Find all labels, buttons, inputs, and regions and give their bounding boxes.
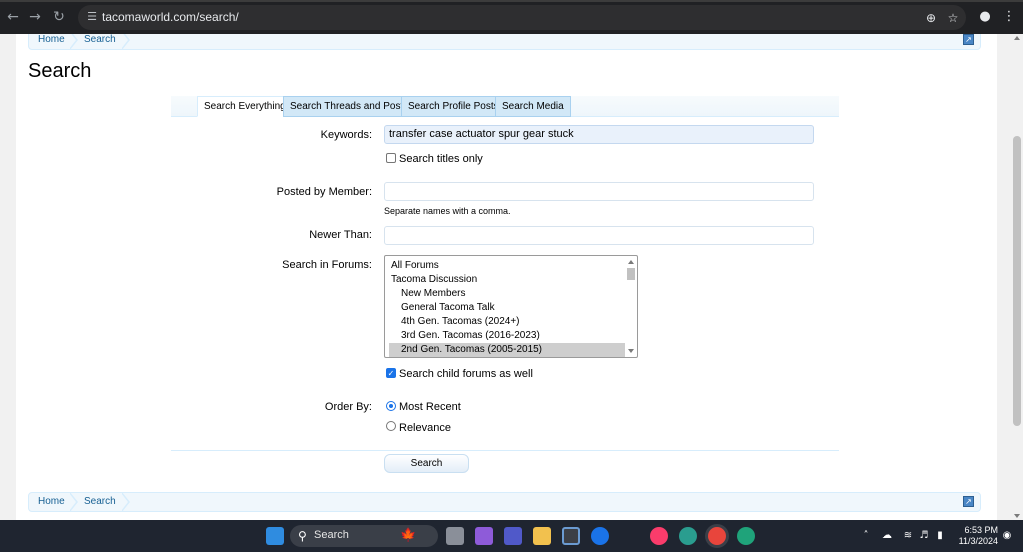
- browser-toolbar: ← → ↻ ☰ tacomaworld.com/search/ ⊕ ☆ ● ⋮: [0, 0, 1023, 34]
- form-divider: [171, 450, 839, 451]
- forum-option[interactable]: 4th Gen. Tacomas (2024+): [389, 315, 625, 329]
- breadcrumb-home[interactable]: Home: [38, 493, 65, 511]
- windows-taskbar: ⚲ Search 🍁 ˄ ☁ ≋ ♬ ▮ 6:53 PM 11/3/2024 ◉: [0, 520, 1023, 552]
- forum-option[interactable]: All Forums: [389, 259, 625, 273]
- newer-than-label: Newer Than:: [309, 229, 372, 241]
- member-hint: Separate names with a comma.: [384, 206, 511, 216]
- forum-option[interactable]: Tacoma Discussion: [389, 273, 625, 287]
- posted-by-member-input[interactable]: [384, 182, 814, 201]
- page-scrollbar[interactable]: [1011, 34, 1023, 520]
- profile-icon[interactable]: ●: [976, 8, 994, 26]
- edge-icon[interactable]: [737, 527, 755, 545]
- forum-option[interactable]: General Tacoma Talk: [389, 301, 625, 315]
- breadcrumb-search[interactable]: Search: [84, 34, 116, 49]
- relevance-label[interactable]: Relevance: [399, 422, 451, 434]
- web-page: Home Search ↗ Search Search Everything S…: [0, 34, 1011, 520]
- menu-icon[interactable]: ⋮: [1000, 8, 1018, 26]
- chrome-icon[interactable]: [708, 527, 726, 545]
- search-submit-button[interactable]: Search: [384, 454, 469, 473]
- search-icon: ⚲: [298, 529, 307, 543]
- wifi-icon[interactable]: ≋: [901, 529, 915, 543]
- breadcrumb-separator: [121, 34, 132, 50]
- breadcrumb-separator: [121, 492, 132, 512]
- page-title: Search: [28, 60, 92, 82]
- forums-listbox[interactable]: All Forums Tacoma Discussion New Members…: [384, 255, 638, 358]
- page-scroll-thumb[interactable]: [1013, 136, 1021, 426]
- teams-icon[interactable]: [504, 527, 522, 545]
- forum-option[interactable]: New Members: [389, 287, 625, 301]
- breadcrumb-bottom: Home Search ↗: [28, 492, 981, 512]
- taskbar-search-box[interactable]: ⚲ Search 🍁: [290, 525, 438, 547]
- order-by-label: Order By:: [324, 401, 372, 413]
- keywords-label: Keywords:: [320, 129, 372, 141]
- scroll-up-icon[interactable]: [1014, 36, 1020, 40]
- page-content: Home Search ↗ Search Search Everything S…: [16, 34, 997, 520]
- breadcrumb-separator: [69, 492, 80, 512]
- search-titles-only-label[interactable]: Search titles only: [399, 153, 483, 165]
- breadcrumb-home[interactable]: Home: [38, 34, 65, 49]
- zoom-icon[interactable]: ⊕: [924, 11, 938, 25]
- sync-app-icon[interactable]: [591, 527, 609, 545]
- forum-option[interactable]: 3rd Gen. Tacomas (2016-2023): [389, 329, 625, 343]
- forum-option-selected[interactable]: 2nd Gen. Tacomas (2005-2015): [389, 343, 625, 357]
- keywords-input[interactable]: transfer case actuator spur gear stuck: [384, 125, 814, 144]
- scroll-up-icon[interactable]: [628, 260, 634, 264]
- posted-by-member-label: Posted by Member:: [276, 186, 372, 198]
- forward-arrow-icon[interactable]: →: [26, 8, 44, 26]
- breadcrumb: Home Search ↗: [28, 34, 981, 50]
- most-recent-radio[interactable]: [386, 401, 396, 411]
- tab-search-profile-posts[interactable]: Search Profile Posts: [401, 96, 506, 117]
- newer-than-input[interactable]: [384, 226, 814, 245]
- scroll-down-icon[interactable]: [1014, 514, 1020, 518]
- task-view-icon[interactable]: [446, 527, 464, 545]
- clock-time: 6:53 PM: [964, 525, 998, 535]
- address-bar[interactable]: ☰ tacomaworld.com/search/ ⊕ ☆: [78, 5, 966, 30]
- breadcrumb-separator: [69, 34, 80, 50]
- copilot-icon[interactable]: [475, 527, 493, 545]
- microsoft-store-icon[interactable]: [562, 527, 580, 545]
- tab-search-media[interactable]: Search Media: [495, 96, 571, 117]
- back-arrow-icon[interactable]: ←: [4, 8, 22, 26]
- search-highlight-icon: 🍁: [400, 528, 417, 543]
- bookmark-star-icon[interactable]: ☆: [946, 11, 960, 25]
- scroll-down-icon[interactable]: [628, 349, 634, 353]
- file-explorer-icon[interactable]: [533, 527, 551, 545]
- listbox-scroll-thumb[interactable]: [627, 268, 635, 280]
- tab-strip-edge: [0, 0, 1023, 2]
- address-url[interactable]: tacomaworld.com/search/: [102, 10, 239, 24]
- notification-bell-icon[interactable]: ◉: [1000, 529, 1014, 543]
- jump-to-icon[interactable]: ↗: [963, 34, 974, 45]
- battery-icon[interactable]: ▮: [933, 529, 947, 543]
- music-app-icon[interactable]: [650, 527, 668, 545]
- listbox-scrollbar[interactable]: [626, 257, 636, 356]
- search-tabs: Search Everything Search Threads and Pos…: [171, 96, 839, 117]
- clock-date: 11/3/2024: [958, 536, 998, 546]
- tab-search-everything[interactable]: Search Everything: [197, 96, 293, 117]
- show-hidden-icons-icon[interactable]: ˄: [859, 529, 873, 543]
- tab-search-threads-and-posts[interactable]: Search Threads and Posts: [283, 96, 416, 117]
- most-recent-label[interactable]: Most Recent: [399, 401, 461, 413]
- photos-app-icon[interactable]: [679, 527, 697, 545]
- relevance-radio[interactable]: [386, 421, 396, 431]
- taskbar-search-placeholder[interactable]: Search: [314, 529, 349, 541]
- search-child-forums-label[interactable]: Search child forums as well: [399, 368, 533, 380]
- volume-icon[interactable]: ♬: [917, 529, 931, 543]
- reload-icon[interactable]: ↻: [50, 8, 68, 26]
- search-child-forums-checkbox[interactable]: ✓: [386, 368, 396, 378]
- cloud-icon[interactable]: ☁: [880, 529, 894, 543]
- windows-start-icon[interactable]: [266, 527, 284, 545]
- search-titles-only-checkbox[interactable]: [386, 153, 396, 163]
- site-info-icon[interactable]: ☰: [84, 9, 100, 25]
- breadcrumb-search[interactable]: Search: [84, 493, 116, 511]
- taskbar-clock[interactable]: 6:53 PM 11/3/2024: [950, 525, 998, 547]
- search-in-forums-label: Search in Forums:: [282, 259, 372, 271]
- jump-to-icon[interactable]: ↗: [963, 496, 974, 507]
